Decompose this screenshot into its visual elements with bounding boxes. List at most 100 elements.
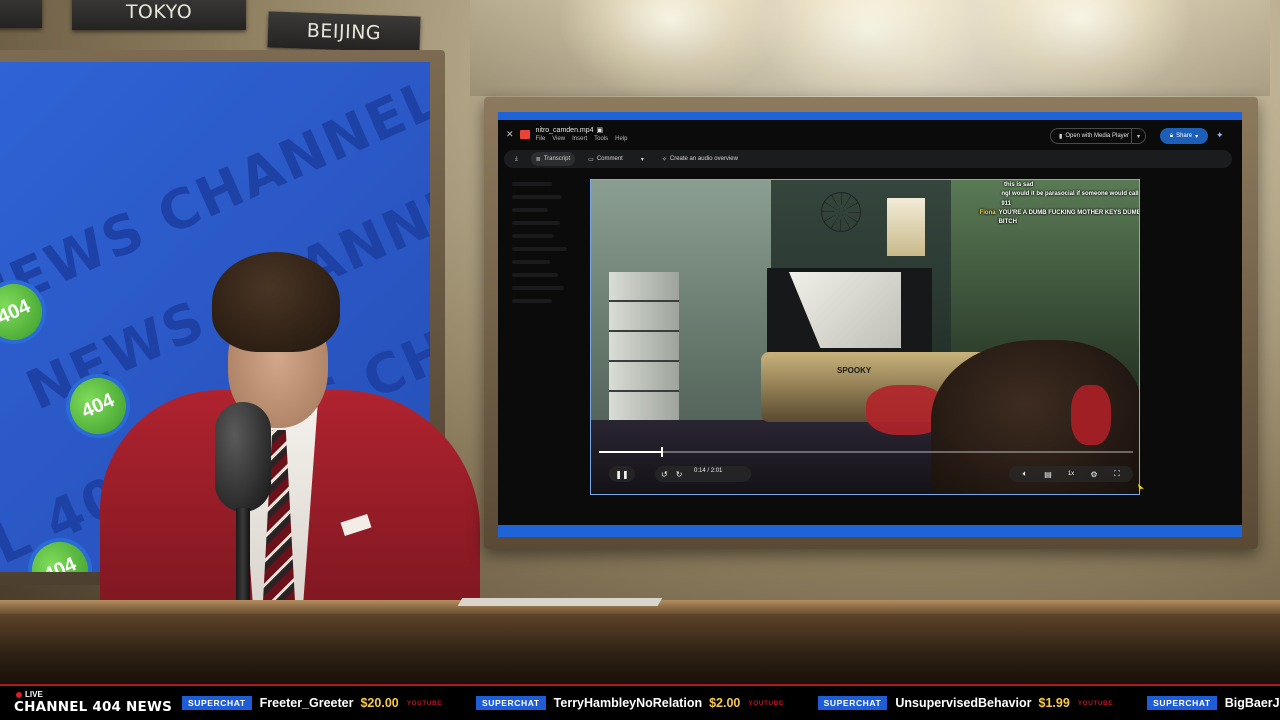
menu-file[interactable]: File xyxy=(536,136,546,142)
superchat-user: BigBaerJorge xyxy=(1224,696,1280,710)
live-indicator: LIVE xyxy=(16,690,43,699)
chat-user: Flona xyxy=(979,209,996,216)
superchat-user: UnsupervisedBehavior xyxy=(895,696,1032,710)
chat-message: this is sad xyxy=(957,181,1139,190)
chat-text: ngl would it be parasocial if someone wo… xyxy=(1001,191,1139,207)
menu-help[interactable]: Help xyxy=(615,136,627,142)
app-icon: ▮ xyxy=(1059,133,1063,140)
time-display: 0:14 / 2:01 xyxy=(694,468,723,474)
superchat-amount: $1.99 xyxy=(1038,696,1070,710)
viewer-toolbar: ⤓ ≣ Transcript ▭ Comment ▾ ✧ Create an a… xyxy=(504,150,1232,168)
superchat-source: YOUTUBE xyxy=(748,699,784,707)
move-to-folder-icon[interactable]: ▣ xyxy=(597,126,604,134)
superchat-badge: SUPERCHAT xyxy=(1147,696,1217,710)
menu-insert[interactable]: Insert xyxy=(572,136,587,142)
video-frame xyxy=(821,192,861,232)
superchat-source: YOUTUBE xyxy=(1077,699,1114,707)
superchat-amount: $2.00 xyxy=(709,696,741,710)
duration: 2:01 xyxy=(710,468,723,474)
share-button[interactable]: 🔒︎ Share ▾ xyxy=(1160,128,1208,144)
seek-bar[interactable] xyxy=(599,447,1133,457)
pause-icon[interactable]: ❚❚ xyxy=(609,466,635,482)
superchat-user: Freeter_Greeter xyxy=(259,696,354,710)
transcript-icon: ≣ xyxy=(535,156,541,163)
download-icon[interactable]: ⤓ xyxy=(510,152,523,166)
superchat-item: SUPERCHAT Freeter_Greeter $20.00 YOUTUBE xyxy=(182,696,442,710)
comment-button[interactable]: ▭ Comment xyxy=(583,152,628,166)
sparkle-icon: ✧ xyxy=(661,156,667,163)
superchat-badge: SUPERCHAT xyxy=(476,696,546,710)
chat-text: YOU'RE A DUMB FUCKING MOTHER KEYS DUMB B… xyxy=(998,209,1140,226)
menu-tools[interactable]: Tools xyxy=(594,136,608,142)
open-with-label: Open with Media Player xyxy=(1065,133,1130,139)
video-file-icon xyxy=(519,129,530,139)
city-sign-tokyo: TOKYO xyxy=(72,0,246,30)
video-frame xyxy=(887,198,925,256)
channel-name: CHANNEL 404 NEWS xyxy=(14,699,172,715)
audio-overview-button[interactable]: ✧ Create an audio overview xyxy=(657,152,743,166)
wall-panel xyxy=(470,0,1270,96)
captions-icon[interactable]: ▤ xyxy=(1040,466,1056,482)
transcript-label: Transcript xyxy=(543,156,571,162)
video-player[interactable]: SPOOKY this is sad ngl would it be paras… xyxy=(590,179,1140,495)
settings-gear-icon[interactable]: ⚙ xyxy=(1086,466,1102,482)
chat-user xyxy=(957,181,1001,190)
tv-accent-bar xyxy=(498,112,1242,120)
current-time: 0:14 xyxy=(694,468,706,474)
player-controls: ❚❚ ↺ ↻ 0:14 / 2:01 🔈︎ ▤ 1x ⚙ ⛶ xyxy=(591,462,1139,488)
tv-accent-bar xyxy=(498,525,1242,537)
chat-message: ngl would it be parasocial if someone wo… xyxy=(957,190,1139,209)
ticker-brand: LIVE CHANNEL 404 NEWS xyxy=(0,686,178,720)
pillow-text: SPOOKY xyxy=(837,366,872,375)
playback-speed-button[interactable]: 1x xyxy=(1063,466,1079,482)
anchor-hair xyxy=(212,252,340,352)
superchat-source: YOUTUBE xyxy=(406,699,442,707)
chat-user xyxy=(957,190,998,209)
seek-bar-handle[interactable] xyxy=(660,447,663,457)
seek-bar-fill xyxy=(599,451,661,453)
live-dot-icon xyxy=(16,691,22,698)
sidebar-placeholder xyxy=(512,182,572,312)
menu-view[interactable]: View xyxy=(552,136,565,142)
file-viewer-window: ✕ nitro_camden.mp4 ▣ File View Insert To… xyxy=(498,120,1242,525)
ticker-items: SUPERCHAT Freeter_Greeter $20.00 YOUTUBE… xyxy=(182,686,1280,720)
file-name[interactable]: nitro_camden.mp4 xyxy=(536,127,594,134)
news-anchor xyxy=(90,240,510,630)
news-ticker: LIVE CHANNEL 404 NEWS SUPERCHAT Freeter_… xyxy=(0,684,1280,720)
superchat-item: SUPERCHAT TerryHambleyNoRelation $2.00 Y… xyxy=(476,696,784,710)
live-label: LIVE xyxy=(25,690,43,699)
chat-overlay: this is sad ngl would it be parasocial i… xyxy=(957,181,1140,228)
sparkle-icon[interactable]: ✦ xyxy=(1216,130,1224,141)
superchat-amount: $20.00 xyxy=(360,696,399,710)
microphone-icon xyxy=(215,402,271,512)
chevron-down-icon: ▾ xyxy=(1195,133,1199,140)
superchat-badge: SUPERCHAT xyxy=(817,696,888,710)
lock-icon: 🔒︎ xyxy=(1169,132,1174,139)
chat-text: this is sad xyxy=(1004,182,1034,188)
city-sign xyxy=(0,0,42,28)
chevron-down-icon[interactable]: ▾ xyxy=(636,152,649,166)
video-frame xyxy=(609,272,679,422)
volume-icon[interactable]: 🔈︎ xyxy=(1017,466,1033,482)
transcript-button[interactable]: ≣ Transcript xyxy=(530,152,576,166)
chat-message: Flona YOU'RE A DUMB FUCKING MOTHER KEYS … xyxy=(957,209,1140,228)
comment-label: Comment xyxy=(596,156,623,162)
superchat-user: TerryHambleyNoRelation xyxy=(553,696,703,710)
open-with-button[interactable]: ▮ Open with Media Player ▾ xyxy=(1050,128,1146,144)
superchat-badge: SUPERCHAT xyxy=(182,696,252,710)
video-frame xyxy=(1071,385,1111,445)
tv-screen: ✕ nitro_camden.mp4 ▣ File View Insert To… xyxy=(498,112,1242,537)
desk-papers xyxy=(457,598,663,606)
rewind-icon[interactable]: ↺ xyxy=(661,470,668,479)
superchat-item: SUPERCHAT UnsupervisedBehavior $1.99 YOU… xyxy=(817,696,1114,710)
forward-icon[interactable]: ↻ xyxy=(676,470,683,479)
studio-background: TOKYO BEIJING NEWS CHANNEL NEWS CHANNEL … xyxy=(0,0,1280,720)
comment-icon: ▭ xyxy=(588,156,594,163)
audio-overview-label: Create an audio overview xyxy=(669,156,738,162)
chevron-down-icon[interactable]: ▾ xyxy=(1131,129,1145,143)
fullscreen-icon[interactable]: ⛶ xyxy=(1109,466,1125,482)
close-icon[interactable]: ✕ xyxy=(506,129,514,140)
city-sign-beijing: BEIJING xyxy=(267,11,421,53)
superchat-item: SUPERCHAT BigBaerJorge xyxy=(1147,696,1280,710)
share-label: Share xyxy=(1176,133,1193,139)
